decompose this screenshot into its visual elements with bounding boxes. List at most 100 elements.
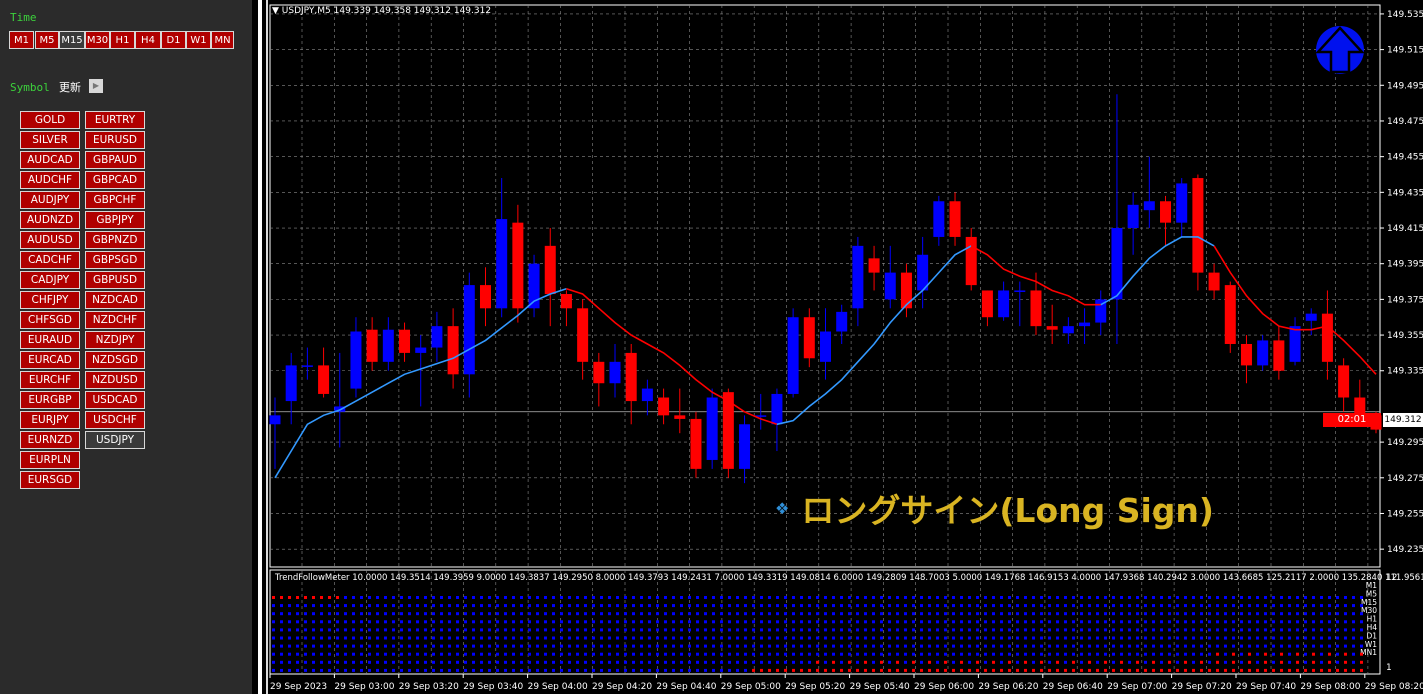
indicator-dot xyxy=(1128,612,1131,616)
indicator-dot xyxy=(1088,644,1091,648)
indicator-dot xyxy=(1224,644,1227,648)
indicator-dot xyxy=(296,644,299,648)
indicator-dot xyxy=(768,620,771,624)
indicator-dot xyxy=(344,636,347,640)
indicator-dot xyxy=(312,660,315,664)
indicator-dot xyxy=(352,668,355,672)
indicator-dot xyxy=(640,596,643,599)
indicator-dot xyxy=(960,652,963,656)
indicator-dot xyxy=(680,660,683,664)
indicator-dot xyxy=(624,660,627,664)
indicator-dot xyxy=(656,620,659,624)
indicator-dot xyxy=(600,652,603,656)
indicator-dot xyxy=(688,628,691,632)
indicator-dot xyxy=(448,620,451,624)
indicator-dot xyxy=(1064,636,1067,640)
indicator-dot xyxy=(480,636,483,640)
indicator-dot xyxy=(848,604,851,608)
indicator-dot xyxy=(376,620,379,624)
indicator-dot xyxy=(1056,620,1059,624)
candle xyxy=(399,329,411,353)
indicator-dot xyxy=(1168,604,1171,608)
indicator-dot xyxy=(1008,628,1011,632)
indicator-dot xyxy=(872,644,875,648)
indicator-dot xyxy=(1264,612,1267,616)
indicator-dot xyxy=(720,668,723,672)
indicator-dot xyxy=(1032,620,1035,624)
indicator-dot xyxy=(1272,628,1275,632)
indicator-dot xyxy=(448,604,451,608)
indicator-dot xyxy=(712,668,715,672)
indicator-dot xyxy=(1224,660,1227,664)
indicator-dot xyxy=(1016,636,1019,640)
indicator-dot xyxy=(728,612,731,616)
indicator-dot xyxy=(464,636,467,640)
indicator-dot xyxy=(1080,644,1083,648)
indicator-dot xyxy=(520,652,523,656)
indicator-dot xyxy=(1040,636,1043,640)
indicator-dot xyxy=(760,668,763,672)
indicator-dot xyxy=(784,644,787,648)
indicator-dot xyxy=(624,652,627,656)
indicator-dot xyxy=(1160,636,1163,640)
indicator-dot xyxy=(480,628,483,632)
indicator-dot xyxy=(728,668,731,672)
indicator-dot xyxy=(512,628,515,632)
indicator-dot xyxy=(408,596,411,599)
indicator-dot xyxy=(832,620,835,624)
indicator-dot xyxy=(376,652,379,656)
indicator-dot xyxy=(1232,644,1235,648)
indicator-dot xyxy=(1312,628,1315,632)
indicator-dot xyxy=(1176,644,1179,648)
indicator-dot xyxy=(1328,660,1331,664)
indicator-dot xyxy=(1232,668,1235,672)
indicator-dot xyxy=(840,612,843,616)
indicator-dot xyxy=(424,612,427,616)
indicator-dot xyxy=(640,612,643,616)
indicator-dot xyxy=(984,596,987,599)
indicator-dot xyxy=(776,620,779,624)
price-chart[interactable]: 149.535 149.515 149.495 149.475 149.455 149.4… xyxy=(0,0,1423,694)
indicator-dot xyxy=(888,660,891,664)
indicator-dot xyxy=(656,612,659,616)
indicator-dot xyxy=(352,612,355,616)
indicator-dot xyxy=(1232,628,1235,632)
indicator-dot xyxy=(1064,604,1067,608)
indicator-dot xyxy=(576,612,579,616)
collapse-triangle-icon[interactable]: ▼ xyxy=(272,6,282,16)
indicator-dot xyxy=(808,628,811,632)
indicator-dot xyxy=(808,612,811,616)
indicator-dot xyxy=(976,636,979,640)
indicator-dot xyxy=(664,660,667,664)
indicator-dot xyxy=(352,644,355,648)
indicator-dot xyxy=(968,628,971,632)
indicator-dot xyxy=(1120,652,1123,656)
indicator-dot xyxy=(784,652,787,656)
candle xyxy=(1062,326,1074,334)
indicator-dot xyxy=(512,604,515,608)
indicator-dot xyxy=(584,604,587,608)
indicator-dot xyxy=(1016,612,1019,616)
indicator-dot xyxy=(1256,604,1259,608)
long-sign-text: ロングサイン(Long Sign) xyxy=(801,491,1215,530)
indicator-dot xyxy=(824,660,827,664)
indicator-dot xyxy=(560,644,563,648)
indicator-dot xyxy=(504,604,507,608)
indicator-dot xyxy=(360,668,363,672)
indicator-dot xyxy=(1208,660,1211,664)
indicator-dot xyxy=(1064,628,1067,632)
indicator-dot xyxy=(1248,628,1251,632)
candle xyxy=(285,365,297,402)
indicator-dot xyxy=(1296,604,1299,608)
indicator-dot xyxy=(1200,620,1203,624)
indicator-dot xyxy=(440,644,443,648)
indicator-dot xyxy=(920,668,923,672)
indicator-dot xyxy=(336,596,339,599)
indicator-dot xyxy=(880,652,883,656)
indicator-dot xyxy=(1032,668,1035,672)
indicator-dot xyxy=(1272,620,1275,624)
indicator-dot xyxy=(1088,652,1091,656)
indicator-dot xyxy=(464,604,467,608)
indicator-dot xyxy=(864,660,867,664)
indicator-dot xyxy=(1184,660,1187,664)
